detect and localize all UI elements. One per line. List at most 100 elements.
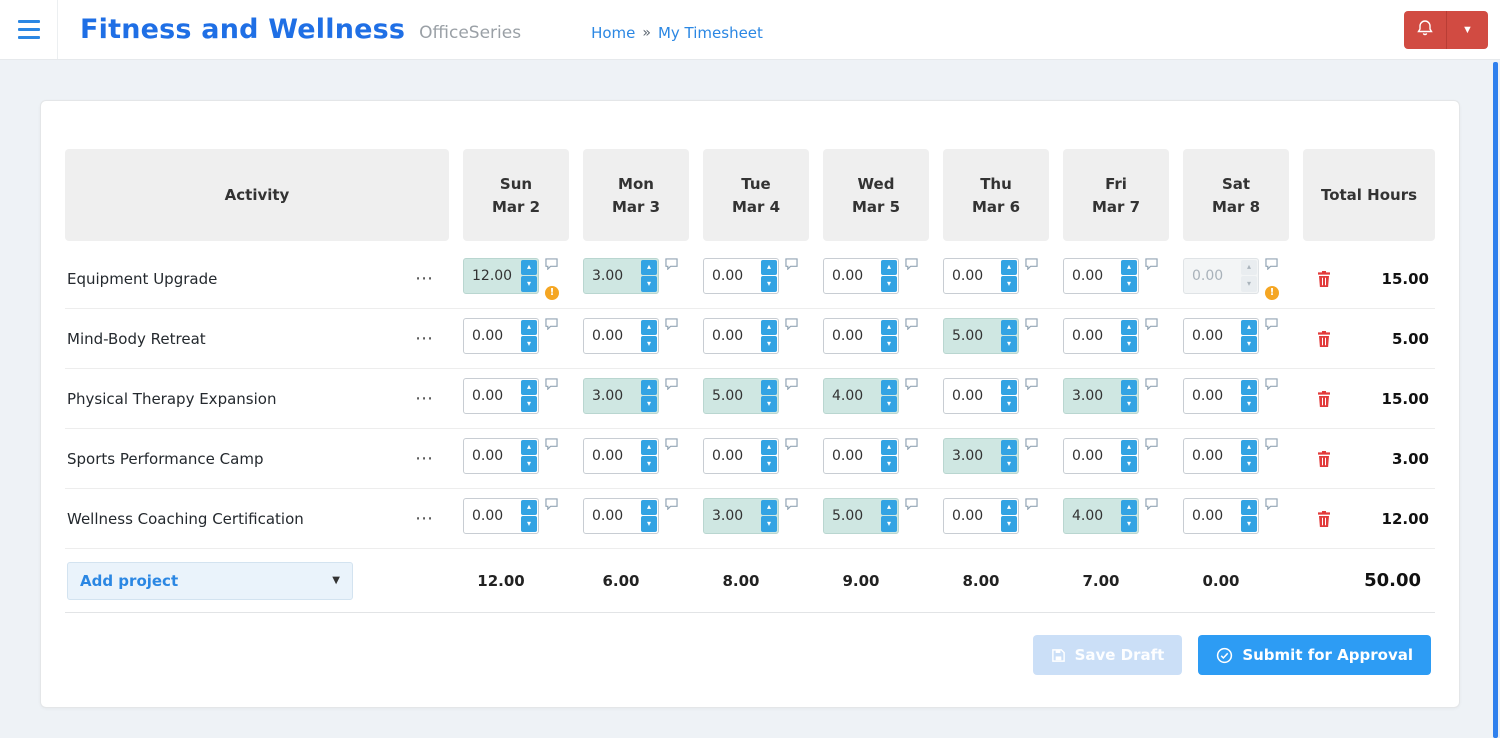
comment-icon[interactable] <box>905 438 921 450</box>
row-menu-button[interactable]: ⋯ <box>415 270 435 288</box>
comment-icon[interactable] <box>1265 438 1281 450</box>
hours-input[interactable]: 3.00▴▾ <box>583 258 659 294</box>
hours-input[interactable]: 3.00▴▾ <box>703 498 779 534</box>
decrement-button[interactable]: ▾ <box>761 456 777 472</box>
comment-icon[interactable] <box>785 498 801 510</box>
breadcrumb-current-link[interactable]: My Timesheet <box>658 24 763 42</box>
breadcrumb-home-link[interactable]: Home <box>591 24 635 42</box>
comment-icon[interactable] <box>905 258 921 270</box>
hours-input[interactable]: 0.00▴▾ <box>1063 258 1139 294</box>
comment-icon[interactable] <box>1025 378 1041 390</box>
decrement-button[interactable]: ▾ <box>641 276 657 292</box>
comment-icon[interactable] <box>785 258 801 270</box>
increment-button[interactable]: ▴ <box>761 320 777 336</box>
comment-icon[interactable] <box>1265 258 1281 270</box>
hours-input[interactable]: 0.00▴▾ <box>703 258 779 294</box>
increment-button[interactable]: ▴ <box>641 380 657 396</box>
decrement-button[interactable]: ▾ <box>1241 456 1257 472</box>
decrement-button[interactable]: ▾ <box>761 516 777 532</box>
comment-icon[interactable] <box>665 378 681 390</box>
increment-button[interactable]: ▴ <box>1241 380 1257 396</box>
hours-input[interactable]: 0.00▴▾ <box>583 438 659 474</box>
increment-button[interactable]: ▴ <box>1121 320 1137 336</box>
decrement-button[interactable]: ▾ <box>1121 516 1137 532</box>
hours-input[interactable]: 0.00▴▾ <box>703 438 779 474</box>
comment-icon[interactable] <box>1145 318 1161 330</box>
increment-button[interactable]: ▴ <box>641 440 657 456</box>
increment-button[interactable]: ▴ <box>1001 440 1017 456</box>
decrement-button[interactable]: ▾ <box>881 516 897 532</box>
row-menu-button[interactable]: ⋯ <box>415 510 435 528</box>
decrement-button[interactable]: ▾ <box>1121 336 1137 352</box>
increment-button[interactable]: ▴ <box>881 260 897 276</box>
notifications-button[interactable] <box>1404 11 1446 49</box>
increment-button[interactable]: ▴ <box>521 500 537 516</box>
increment-button[interactable]: ▴ <box>761 440 777 456</box>
hours-input[interactable]: 4.00▴▾ <box>1063 498 1139 534</box>
decrement-button[interactable]: ▾ <box>881 396 897 412</box>
hours-input[interactable]: 0.00▴▾ <box>943 378 1019 414</box>
row-menu-button[interactable]: ⋯ <box>415 390 435 408</box>
comment-icon[interactable] <box>545 438 561 450</box>
increment-button[interactable]: ▴ <box>521 320 537 336</box>
hours-input[interactable]: 5.00▴▾ <box>943 318 1019 354</box>
comment-icon[interactable] <box>785 318 801 330</box>
comment-icon[interactable] <box>545 378 561 390</box>
comment-icon[interactable] <box>1025 258 1041 270</box>
hours-input[interactable]: 0.00▴▾ <box>823 258 899 294</box>
account-dropdown-button[interactable]: ▼ <box>1446 11 1488 49</box>
decrement-button[interactable]: ▾ <box>1001 336 1017 352</box>
decrement-button[interactable]: ▾ <box>521 276 537 292</box>
decrement-button[interactable]: ▾ <box>641 516 657 532</box>
hours-input[interactable]: 0.00▴▾ <box>703 318 779 354</box>
scrollbar[interactable] <box>1493 62 1498 738</box>
comment-icon[interactable] <box>1145 258 1161 270</box>
comment-icon[interactable] <box>665 438 681 450</box>
decrement-button[interactable]: ▾ <box>1121 396 1137 412</box>
increment-button[interactable]: ▴ <box>521 440 537 456</box>
hours-input[interactable]: 0.00▴▾ <box>823 438 899 474</box>
increment-button[interactable]: ▴ <box>1241 260 1257 276</box>
comment-icon[interactable] <box>785 438 801 450</box>
decrement-button[interactable]: ▾ <box>1001 276 1017 292</box>
save-draft-button[interactable]: Save Draft <box>1033 635 1183 675</box>
decrement-button[interactable]: ▾ <box>881 336 897 352</box>
hours-input[interactable]: 5.00▴▾ <box>823 498 899 534</box>
decrement-button[interactable]: ▾ <box>761 336 777 352</box>
decrement-button[interactable]: ▾ <box>641 336 657 352</box>
comment-icon[interactable] <box>665 498 681 510</box>
hours-input[interactable]: 0.00▴▾ <box>823 318 899 354</box>
increment-button[interactable]: ▴ <box>881 500 897 516</box>
hours-input[interactable]: 0.00▴▾ <box>463 378 539 414</box>
increment-button[interactable]: ▴ <box>1241 500 1257 516</box>
decrement-button[interactable]: ▾ <box>641 396 657 412</box>
delete-row-button[interactable] <box>1317 331 1331 347</box>
increment-button[interactable]: ▴ <box>1001 320 1017 336</box>
comment-icon[interactable] <box>665 258 681 270</box>
hours-input[interactable]: 4.00▴▾ <box>823 378 899 414</box>
hours-input[interactable]: 0.00▴▾ <box>1183 498 1259 534</box>
decrement-button[interactable]: ▾ <box>521 456 537 472</box>
comment-icon[interactable] <box>905 498 921 510</box>
decrement-button[interactable]: ▾ <box>881 456 897 472</box>
comment-icon[interactable] <box>905 318 921 330</box>
comment-icon[interactable] <box>545 498 561 510</box>
hours-input[interactable]: 0.00▴▾ <box>583 498 659 534</box>
hours-input[interactable]: 3.00▴▾ <box>583 378 659 414</box>
increment-button[interactable]: ▴ <box>761 260 777 276</box>
increment-button[interactable]: ▴ <box>1001 380 1017 396</box>
increment-button[interactable]: ▴ <box>641 260 657 276</box>
comment-icon[interactable] <box>1145 378 1161 390</box>
decrement-button[interactable]: ▾ <box>1241 336 1257 352</box>
comment-icon[interactable] <box>545 318 561 330</box>
increment-button[interactable]: ▴ <box>761 500 777 516</box>
decrement-button[interactable]: ▾ <box>1001 456 1017 472</box>
decrement-button[interactable]: ▾ <box>1241 276 1257 292</box>
comment-icon[interactable] <box>1145 438 1161 450</box>
decrement-button[interactable]: ▾ <box>761 276 777 292</box>
comment-icon[interactable] <box>1265 378 1281 390</box>
comment-icon[interactable] <box>785 378 801 390</box>
hours-input[interactable]: 0.00▴▾ <box>463 318 539 354</box>
hours-input[interactable]: 0.00▴▾ <box>463 438 539 474</box>
row-menu-button[interactable]: ⋯ <box>415 330 435 348</box>
